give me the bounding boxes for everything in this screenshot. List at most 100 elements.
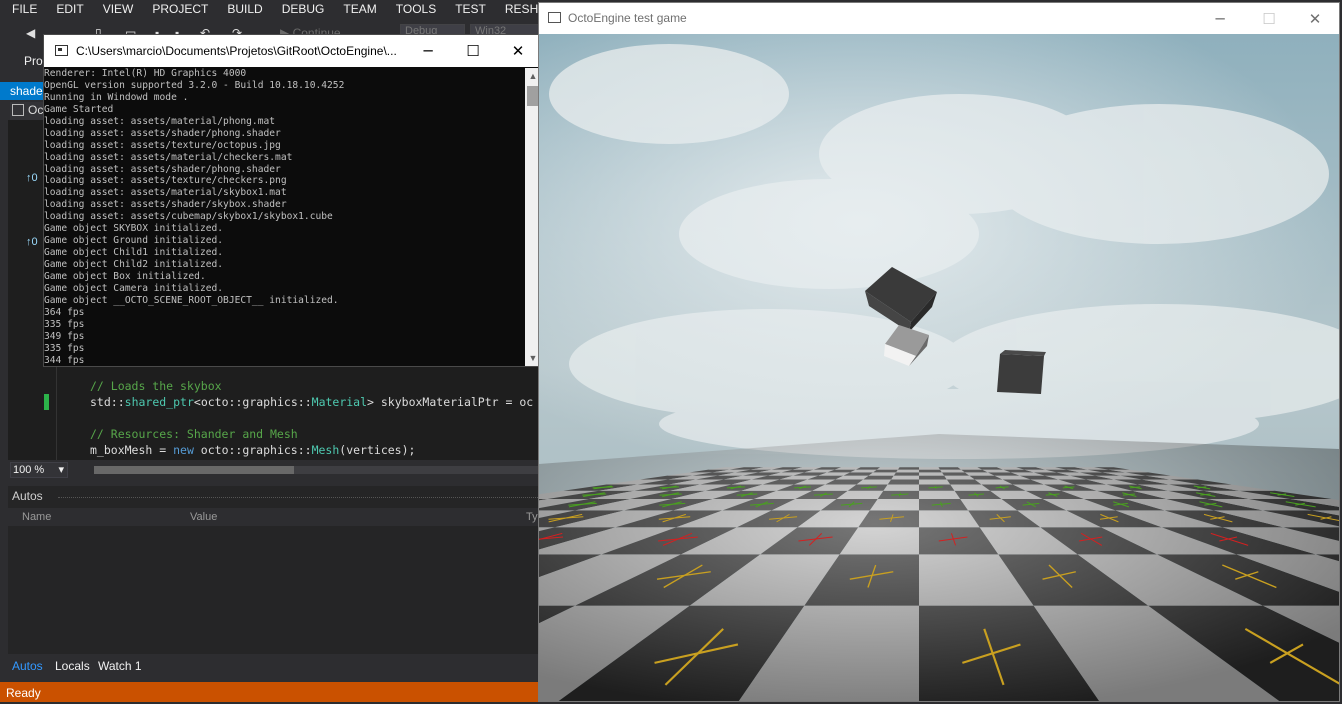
reference-marker[interactable]: ↑0 [26, 172, 38, 184]
zoom-bar: 100 % ▾ [8, 461, 544, 479]
game-window[interactable]: OctoEngine test game ─ ☐ ✕ [538, 2, 1340, 702]
console-line: Game object Child2 initialized. [44, 259, 224, 270]
minimize-button[interactable]: ─ [413, 40, 443, 62]
menu-item-team[interactable]: TEAM [331, 0, 383, 20]
reference-marker[interactable]: ↑0 [26, 236, 38, 248]
maximize-button[interactable]: ☐ [1254, 8, 1284, 30]
console-line: loading asset: assets/shader/phong.shade… [44, 127, 281, 139]
console-line: loading asset: assets/shader/phong.shade… [44, 163, 281, 175]
console-line: loading asset: assets/texture/octopus.jp… [44, 139, 281, 151]
console-line: loading asset: assets/material/skybox1.m… [44, 187, 287, 199]
autos-column-header: Name Value Ty [8, 508, 540, 526]
menu-bar: FILE EDIT VIEW PROJECT BUILD DEBUG TEAM TOOLS TE… [0, 0, 580, 20]
console-line: Game object Box initialized. [44, 270, 206, 282]
game-viewport[interactable] [539, 34, 1339, 701]
class-icon [12, 104, 24, 116]
game-titlebar[interactable]: OctoEngine test game ─ ☐ ✕ [539, 3, 1339, 34]
console-line: loading asset: assets/cubemap/skybox1/sk… [44, 211, 333, 223]
code-token: octo [200, 395, 229, 409]
menu-item-file[interactable]: FILE [0, 0, 44, 20]
code-line: std::shared_ptr<octo::graphics::Material… [90, 395, 533, 409]
autos-panel: Autos Name Value Ty [8, 486, 540, 654]
code-token: octo::graphics:: [193, 443, 312, 457]
console-line: loading asset: assets/material/phong.mat [44, 115, 276, 127]
debug-tabs: Autos Locals Watch 1 [8, 655, 540, 677]
game-app-icon [548, 12, 561, 23]
tab-watch-1[interactable]: Watch 1 [98, 659, 142, 673]
chevron-down-icon: ▾ [58, 464, 64, 476]
column-type[interactable]: Ty [526, 511, 538, 523]
floor-lighting [539, 434, 1339, 701]
code-token: :: [110, 395, 125, 409]
change-marker [44, 394, 49, 410]
console-line: 344 fps [44, 354, 85, 366]
panel-title: Autos [12, 489, 43, 503]
code-token: :: [297, 395, 312, 409]
menu-item-build[interactable]: BUILD [215, 0, 269, 20]
console-line: 364 fps [44, 306, 85, 318]
status-bar: Ready [0, 682, 540, 702]
cube-child-right [997, 350, 1046, 394]
horizontal-scrollbar[interactable] [94, 466, 544, 474]
tab-autos[interactable]: Autos [12, 659, 43, 673]
code-token: :: [228, 395, 243, 409]
code-token: Mesh [311, 443, 340, 457]
column-name[interactable]: Name [22, 511, 51, 523]
menu-item-test[interactable]: TEST [443, 0, 493, 20]
code-token: graphics [242, 395, 298, 409]
code-token: (vertices); [339, 443, 416, 457]
scrollbar-thumb[interactable] [94, 466, 294, 474]
console-line: Running in Windowd mode . [44, 91, 189, 103]
zoom-dropdown[interactable]: 100 % ▾ [10, 462, 68, 478]
back-icon[interactable]: ◀ [26, 26, 35, 40]
code-token: > skyboxMaterialPtr = oc [367, 395, 534, 409]
console-line: 335 fps [44, 318, 85, 330]
close-button[interactable]: ✕ [1300, 8, 1330, 30]
column-value[interactable]: Value [190, 511, 217, 523]
menu-item-edit[interactable]: EDIT [44, 0, 90, 20]
nav-item[interactable]: Oc [28, 103, 43, 117]
project-label[interactable]: Pro [24, 54, 43, 68]
console-line: 335 fps [44, 342, 85, 354]
code-token: m_boxMesh = [90, 443, 174, 457]
console-line: Game object Camera initialized. [44, 282, 224, 294]
console-line: 349 fps [44, 330, 85, 342]
scene-render [539, 34, 1339, 701]
console-line: loading asset: assets/texture/checkers.p… [44, 175, 287, 187]
code-line: m_boxMesh = new octo::graphics::Mesh(ver… [90, 443, 415, 457]
console-line: loading asset: assets/shader/skybox.shad… [44, 199, 287, 211]
reference-count: 0 [31, 236, 38, 248]
tab-locals[interactable]: Locals [55, 659, 90, 673]
console-line: Game Started [44, 103, 114, 115]
menu-item-view[interactable]: VIEW [91, 0, 141, 20]
code-token: new [173, 443, 194, 457]
menu-item-tools[interactable]: TOOLS [384, 0, 443, 20]
console-line: Game object SKYBOX initialized. [44, 223, 224, 235]
console-line: Game object Ground initialized. [44, 235, 224, 247]
close-button[interactable]: ✕ [503, 40, 533, 62]
minimize-button[interactable]: ─ [1205, 8, 1235, 30]
console-output: Renderer: Intel(R) HD Graphics 4000 OpenG… [44, 68, 524, 366]
zoom-value: 100 % [13, 464, 45, 476]
maximize-button[interactable]: ☐ [458, 40, 488, 62]
console-window[interactable]: C:\Users\marcio\Documents\Projetos\GitRo… [43, 34, 542, 367]
code-token: std [90, 395, 111, 409]
console-line: Renderer: Intel(R) HD Graphics 4000 [44, 68, 247, 79]
menu-item-debug[interactable]: DEBUG [270, 0, 332, 20]
code-token: shared_ptr [124, 395, 194, 409]
console-line: Game object __OCTO_SCENE_ROOT_OBJECT__ i… [44, 294, 339, 306]
console-line: loading asset: assets/material/checkers.… [44, 151, 293, 163]
console-titlebar[interactable]: C:\Users\marcio\Documents\Projetos\GitRo… [44, 35, 541, 67]
console-line: Game object Child1 initialized. [44, 247, 224, 259]
menu-item-project[interactable]: PROJECT [140, 0, 215, 20]
status-text: Ready [6, 686, 41, 700]
code-line: // Resources: Shander and Mesh [90, 427, 298, 441]
console-title: C:\Users\marcio\Documents\Projetos\GitRo… [76, 44, 397, 58]
sky-glow [539, 34, 1339, 454]
game-title: OctoEngine test game [568, 11, 687, 25]
document-tab[interactable]: shade [0, 82, 44, 100]
console-line: OpenGL version supported 3.2.0 - Build 1… [44, 79, 345, 91]
title-divider [58, 497, 538, 498]
code-token: < [193, 395, 201, 409]
code-token: Material [311, 395, 368, 409]
